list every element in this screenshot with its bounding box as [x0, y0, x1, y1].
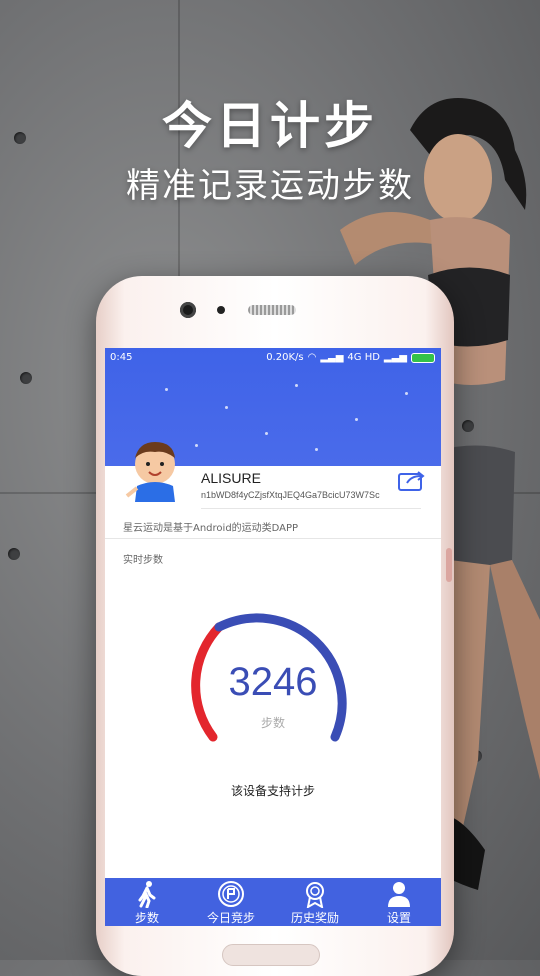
star-dot — [355, 418, 358, 421]
proximity-sensor — [217, 306, 225, 314]
step-unit: 步数 — [260, 716, 285, 730]
network-speed: 0.20K/s — [266, 352, 304, 363]
divider — [105, 538, 441, 539]
realtime-steps-label: 实时步数 — [123, 555, 163, 566]
compete-badge-icon — [218, 881, 244, 907]
tab-label: 历史奖励 — [290, 911, 339, 925]
user-icon — [388, 882, 410, 907]
hero-subtitle: 精准记录运动步数 — [126, 166, 414, 206]
divider — [201, 508, 421, 509]
home-button[interactable] — [222, 944, 320, 966]
share-icon[interactable] — [397, 468, 427, 492]
status-bar: 0:45 0.20K/s ◠ ▂▃▅ 4G HD ▂▃▅ — [105, 348, 441, 368]
star-dot — [195, 444, 198, 447]
wall-hole — [20, 372, 32, 384]
app-screen: 0:45 0.20K/s ◠ ▂▃▅ 4G HD ▂▃▅ ALISURE n1b… — [105, 348, 441, 926]
medal-icon — [306, 882, 324, 908]
tab-label: 步数 — [134, 911, 159, 925]
signal-icon: ▂▃▅ — [320, 352, 344, 363]
tab-history-rewards[interactable]: 历史奖励 — [273, 878, 357, 926]
wifi-icon: ◠ — [307, 352, 317, 363]
network-type: 4G HD — [347, 352, 380, 363]
tab-label: 今日竞步 — [206, 911, 255, 925]
star-dot — [225, 406, 228, 409]
avatar[interactable] — [121, 438, 185, 502]
phone-side-button — [446, 548, 452, 582]
hero-title: 今日计步 — [162, 97, 378, 155]
app-description: 星云运动是基于Android的运动类DAPP — [123, 523, 299, 534]
star-dot — [315, 448, 318, 451]
star-dot — [295, 384, 298, 387]
step-count: 3246 — [228, 660, 318, 704]
earpiece-speaker — [248, 305, 296, 315]
front-camera — [180, 302, 196, 318]
username: ALISURE — [201, 470, 261, 486]
star-dot — [165, 388, 168, 391]
status-time: 0:45 — [110, 352, 133, 363]
battery-icon — [411, 353, 435, 363]
signal-icon: ▂▃▅ — [383, 352, 407, 363]
wall-hole — [8, 548, 20, 560]
bottom-tab-bar: 步数 今日竞步 历史奖励 设置 — [105, 878, 441, 926]
star-dot — [405, 392, 408, 395]
tab-label: 设置 — [386, 911, 411, 925]
tab-steps[interactable]: 步数 — [105, 878, 189, 926]
status-icons: 0.20K/s ◠ ▂▃▅ 4G HD ▂▃▅ — [266, 348, 435, 368]
tab-today-compete[interactable]: 今日竞步 — [189, 878, 273, 926]
wallet-address: n1bWD8f4yCZjsfXtqJEQ4Ga7BcicU73W7Sc — [201, 490, 380, 500]
pedometer-support-text: 该设备支持计步 — [230, 784, 315, 798]
walking-icon — [138, 881, 156, 908]
tab-settings[interactable]: 设置 — [357, 878, 441, 926]
star-dot — [265, 432, 268, 435]
